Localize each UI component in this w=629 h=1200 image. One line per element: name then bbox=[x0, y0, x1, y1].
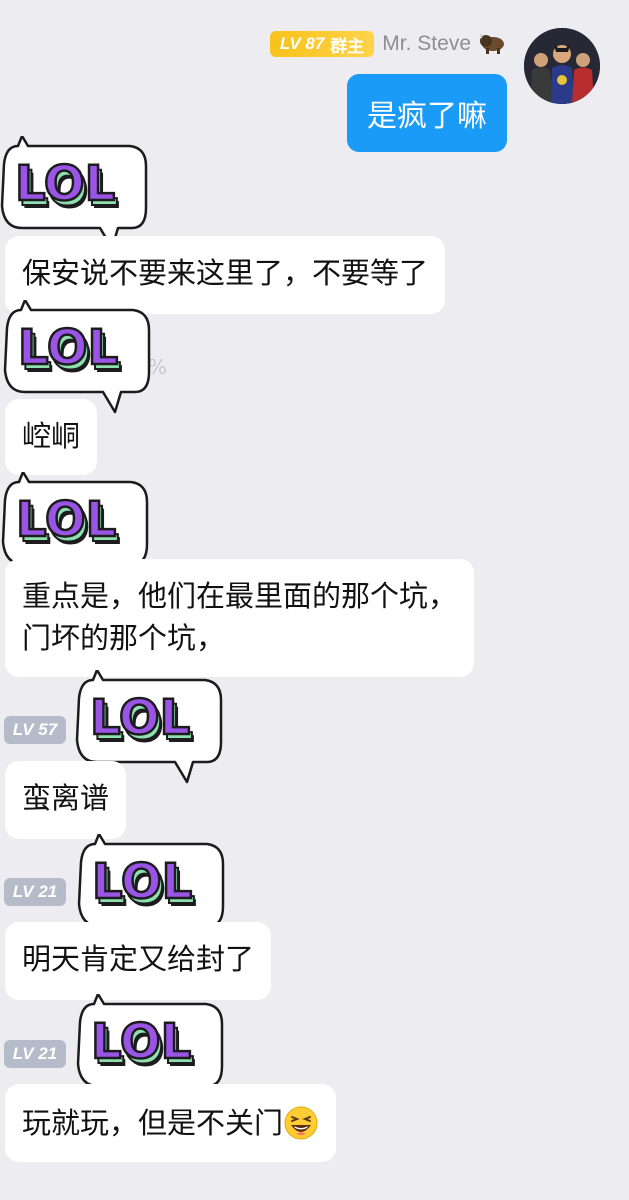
message-text: 玩就玩，但是不关门 bbox=[22, 1106, 284, 1140]
message-bubble[interactable]: 重点是，他们在最里面的那个坑， 门坏的那个坑， bbox=[5, 559, 475, 677]
level-badge[interactable]: LV 21 bbox=[4, 1040, 66, 1068]
message-bubble[interactable]: 玩就玩，但是不关门 bbox=[5, 1084, 337, 1162]
bison-icon bbox=[480, 33, 504, 54]
grinning-squinting-face-icon bbox=[284, 1106, 318, 1140]
level-badge[interactable]: LV 57 bbox=[4, 716, 66, 744]
lol-sticker-icon bbox=[0, 136, 148, 250]
message-bubble[interactable]: 蛮离谱 bbox=[5, 761, 127, 839]
owner-level-text: LV 87 bbox=[279, 34, 325, 53]
level-badge[interactable]: LV 21 bbox=[4, 878, 66, 906]
sender-name[interactable]: Mr. Steve bbox=[382, 32, 471, 56]
own-message-header: LV 87 群主 Mr. Steve bbox=[269, 30, 507, 58]
owner-level-badge[interactable]: LV 87 群主 bbox=[269, 31, 375, 57]
message-bubble[interactable]: 崆峒 bbox=[5, 399, 98, 475]
message-line-2: 门坏的那个坑， bbox=[22, 621, 226, 655]
avatar[interactable] bbox=[524, 28, 600, 104]
message-line-1: 重点是，他们在最里面的那个坑， bbox=[22, 579, 458, 613]
own-message-bubble[interactable]: 是疯了嘛 bbox=[347, 74, 507, 152]
owner-role-text: 群主 bbox=[330, 36, 365, 57]
superhero-avatar-image bbox=[524, 28, 600, 104]
message-bubble[interactable]: 明天肯定又给封了 bbox=[5, 922, 272, 1000]
